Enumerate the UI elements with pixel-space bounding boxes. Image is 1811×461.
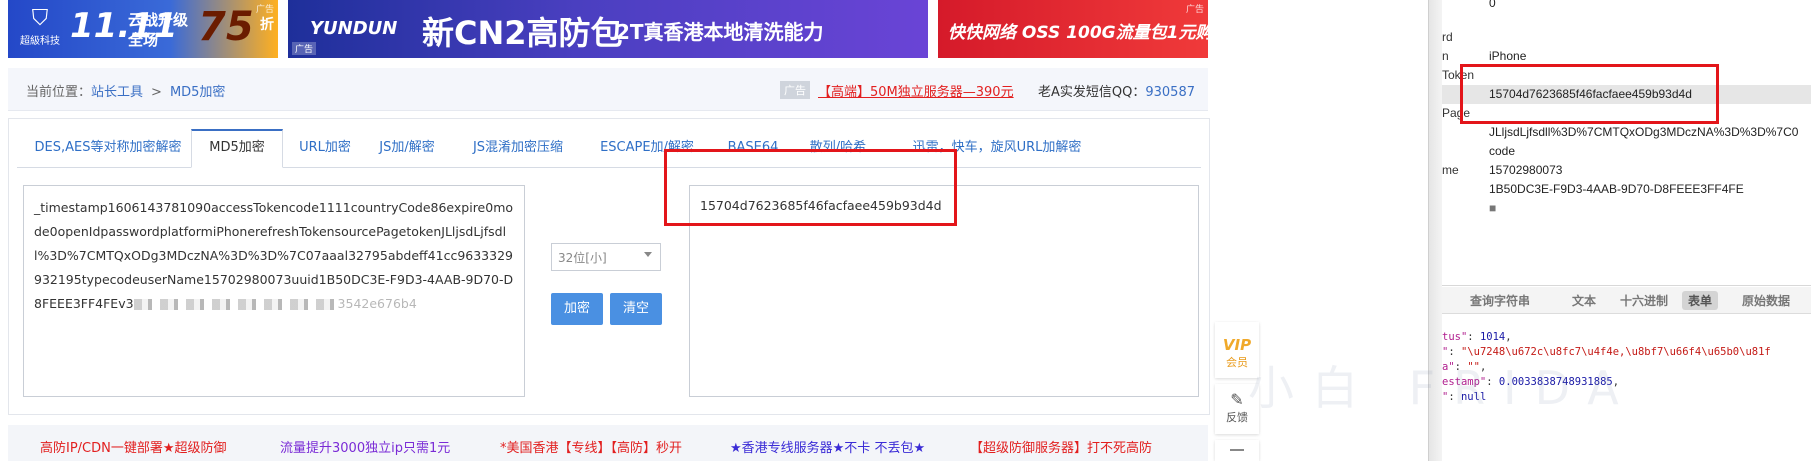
tab-md5[interactable]: MD5加密 — [191, 129, 283, 168]
brand-logo: ⛉ 超級科技 — [16, 6, 64, 52]
form-row[interactable]: rd — [1442, 28, 1811, 47]
yundun-logo: YUNDUN — [310, 18, 398, 39]
form-row[interactable]: JLljsdLjfsdll%3D%7CMTQxODg3MDczNA%3D%3D%… — [1442, 123, 1811, 142]
banner-promo: 云战升级 全场 — [128, 11, 189, 49]
top-ad-link[interactable]: 【高端】50M独立服务器—390元 — [818, 81, 1014, 100]
highlight-box-token — [1460, 64, 1719, 124]
shield-icon: ⛉ — [31, 6, 49, 31]
form-row[interactable]: 0 — [1442, 0, 1811, 13]
banner-text: 快快网络 OSS 100G流量包1元购 — [948, 23, 1208, 43]
encrypt-button[interactable]: 加密 — [551, 293, 603, 325]
form-row[interactable]: ■ — [1442, 199, 1811, 218]
banner-discount: 75 — [198, 4, 254, 50]
tab-form[interactable]: 表单 — [1682, 291, 1719, 310]
breadcrumb-bar: 当前位置：站长工具 > MD5加密 广告 【高端】50M独立服务器—390元 老A实… — [8, 68, 1208, 111]
bit-select[interactable]: 32位[小] — [551, 243, 661, 271]
highlight-box-result — [664, 149, 957, 226]
tab-query-string[interactable]: 查询字符串 — [1470, 292, 1530, 309]
tab-url[interactable]: URL加密 — [287, 129, 363, 166]
clear-button[interactable]: 清空 — [610, 293, 662, 325]
tab-js[interactable]: JS加/解密 — [365, 129, 449, 166]
ad-label: 广告 — [292, 42, 317, 55]
banner-ad-3[interactable]: 快快网络 OSS 100G流量包1元购 广告 — [938, 0, 1208, 58]
divider — [1442, 285, 1811, 286]
ad-tag: 广告 — [780, 81, 810, 99]
bottom-link-4[interactable]: ★香港专线服务器★不卡 不丢包★ — [730, 437, 925, 456]
input-textarea[interactable]: _timestamp1606143781090accessTokencode11… — [23, 185, 525, 397]
tab-des-aes[interactable]: DES,AES等对称加密解密 — [17, 129, 199, 166]
tab-text[interactable]: 文本 — [1572, 292, 1596, 309]
md5-tool-card: DES,AES等对称加密解密 MD5加密 URL加密 JS加/解密 JS混淆加密… — [8, 118, 1210, 415]
ad-label: 广告 — [1185, 5, 1204, 15]
ad-label: 广告 — [255, 5, 274, 15]
banner-subline: 2T真香港本地清洗能力 — [616, 20, 824, 44]
redacted-blur — [133, 299, 334, 310]
tab-raw[interactable]: 原始数据 — [1742, 292, 1790, 309]
bottom-link-1[interactable]: 高防IP/CDN一键部署★超级防御 — [40, 437, 227, 456]
form-row[interactable]: code — [1442, 142, 1811, 161]
banner-ad-1[interactable]: ⛉ 超級科技 11.11 云战升级 全场 75 折 广告 — [8, 0, 278, 58]
banner-headline: 新CN2高防包 — [422, 14, 623, 52]
bottom-link-2[interactable]: 流量提升3000独立ip只需1元 — [280, 437, 450, 456]
contact-qq[interactable]: 老A实发短信QQ：930587 — [1038, 81, 1195, 100]
form-row[interactable]: me 15702980073 — [1442, 161, 1811, 180]
breadcrumb: 当前位置：站长工具 > MD5加密 — [26, 85, 226, 100]
chevron-down-icon — [644, 252, 652, 257]
tab-hex[interactable]: 十六进制 — [1620, 292, 1668, 309]
watermark: 小白 FRIDA — [1248, 361, 1637, 415]
bottom-link-3[interactable]: *美国香港【专线】【高防】秒开 — [500, 437, 682, 456]
inspector-tabs: 查询字符串 文本 十六进制 表单 原始数据 — [1442, 287, 1811, 314]
tool-tabs: DES,AES等对称加密解密 MD5加密 URL加密 JS加/解密 JS混淆加密… — [17, 129, 1201, 168]
menu-icon — [1230, 449, 1244, 451]
bottom-ad-links: 高防IP/CDN一键部署★超级防御 流量提升3000独立ip只需1元 *美国香港… — [8, 425, 1208, 461]
breadcrumb-home-link[interactable]: 站长工具 — [91, 85, 143, 100]
tab-js-obfuscate[interactable]: JS混淆加密压缩 — [457, 129, 579, 166]
banner-discount-unit: 折 — [260, 17, 274, 33]
bottom-link-5[interactable]: 【超级防御服务器】打不死高防 — [970, 437, 1152, 456]
back-to-top-widget[interactable] — [1215, 440, 1259, 461]
banner-ad-2[interactable]: YUNDUN 新CN2高防包 2T真香港本地清洗能力 广告 — [288, 0, 928, 58]
form-row[interactable]: 1B50DC3E-F9D3-4AAB-9D70-D8FEEE3FF4FE — [1442, 180, 1811, 199]
breadcrumb-current-link[interactable]: MD5加密 — [170, 85, 226, 100]
